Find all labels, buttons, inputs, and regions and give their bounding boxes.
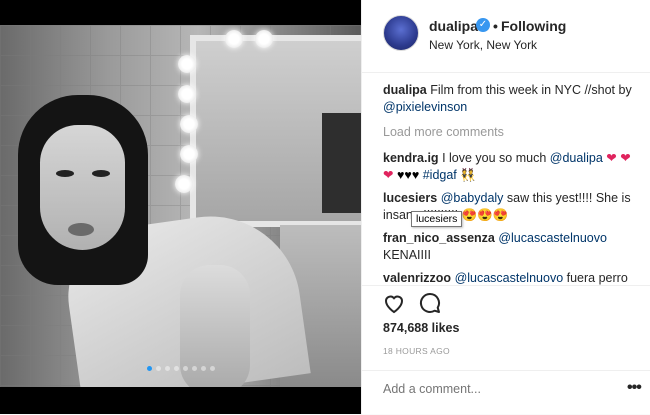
post-photo[interactable]	[0, 0, 361, 414]
black-heart-emoji: ♥♥♥	[396, 168, 420, 182]
add-comment-bar: •••	[362, 370, 650, 415]
carousel-dot[interactable]	[164, 366, 170, 371]
comment-username[interactable]: fran_nico_assenza	[383, 231, 495, 245]
username-tooltip: lucesiers	[411, 211, 463, 227]
carousel-dot[interactable]	[191, 366, 197, 371]
header-separator: •	[493, 18, 498, 34]
comment-mention[interactable]: @lucascastelnuovo	[498, 231, 607, 245]
comment: fran_nico_assenza @lucascastelnuovo KENA…	[383, 230, 633, 264]
comment-username[interactable]: kendra.ig	[383, 151, 439, 165]
comment-mention[interactable]: @lucascastelnuovo	[455, 271, 564, 285]
carousel-dot[interactable]	[200, 366, 206, 371]
load-more-comments[interactable]: Load more comments	[383, 124, 633, 141]
carousel-dot-active[interactable]	[146, 366, 152, 371]
add-comment-input[interactable]	[383, 382, 603, 396]
comment: kendra.ig I love you so much @dualipa ❤ …	[383, 150, 633, 184]
post-timestamp[interactable]: 18 HOURS AGO	[383, 346, 450, 356]
bulb	[178, 55, 196, 73]
likes-count[interactable]: 874,688 likes	[383, 321, 459, 335]
avatar[interactable]	[383, 15, 419, 51]
verified-badge-icon: ✓	[476, 18, 490, 32]
carousel-dot[interactable]	[182, 366, 188, 371]
comment-text: I love you so much	[442, 151, 550, 165]
comment-username[interactable]: lucesiers	[383, 191, 437, 205]
carousel-dot[interactable]	[209, 366, 215, 371]
heart-eyes-emoji: 😍😍😍	[461, 208, 509, 222]
bulb	[255, 30, 273, 48]
eye	[56, 170, 74, 177]
post-sidebar: dualipa ✓ • Following New York, New York…	[361, 0, 650, 414]
caption-username[interactable]: dualipa	[383, 83, 427, 97]
comment-mention[interactable]: @dualipa	[550, 151, 603, 165]
more-options-icon[interactable]: •••	[627, 379, 642, 397]
comment-text: fuera perro	[563, 271, 628, 285]
comments-list: dualipa Film from this week in NYC //sho…	[383, 82, 633, 287]
caption-mention[interactable]: @pixielevinson	[383, 100, 467, 114]
dancers-emoji: 👯	[460, 168, 476, 182]
comment-icon[interactable]	[418, 291, 442, 315]
heart-icon[interactable]	[382, 291, 406, 315]
post-header: dualipa ✓ • Following New York, New York	[362, 0, 650, 73]
doorway	[322, 113, 361, 213]
bulb	[180, 145, 198, 163]
action-bar: 874,688 likes 18 HOURS AGO	[362, 285, 650, 358]
comment-hashtag[interactable]: #idgaf	[423, 168, 457, 182]
bulb	[180, 115, 198, 133]
bulb	[178, 85, 196, 103]
comment-text: KENAIIII	[383, 248, 431, 262]
location-link[interactable]: New York, New York	[429, 38, 537, 52]
following-button[interactable]: Following	[501, 18, 566, 34]
eye	[92, 170, 110, 177]
carousel-indicator	[0, 366, 361, 374]
carousel-dot[interactable]	[173, 366, 179, 371]
caption: dualipa Film from this week in NYC //sho…	[383, 82, 633, 116]
caption-text: Film from this week in NYC //shot by	[430, 83, 632, 97]
lips	[68, 223, 94, 236]
bulb	[225, 30, 243, 48]
carousel-dot[interactable]	[155, 366, 161, 371]
comment-mention[interactable]: @babydaly	[441, 191, 504, 205]
bulb	[175, 175, 193, 193]
photo-image	[0, 25, 361, 387]
comment-username[interactable]: valenrizzoo	[383, 271, 451, 285]
author-username[interactable]: dualipa	[429, 18, 478, 34]
